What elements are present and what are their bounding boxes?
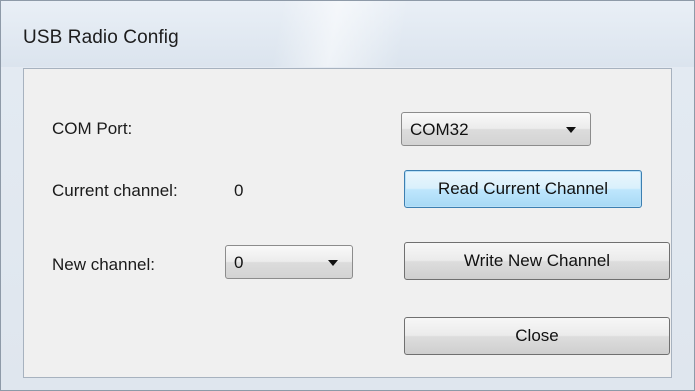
read-current-channel-button[interactable]: Read Current Channel [404, 170, 642, 208]
current-channel-label: Current channel: [52, 181, 178, 200]
window-title: USB Radio Config [23, 27, 179, 48]
dialog-content: COM Port: COM32 Current channel: 0 Read … [23, 68, 672, 378]
current-channel-value: 0 [234, 181, 244, 200]
chevron-down-icon [328, 260, 338, 266]
new-channel-value: 0 [234, 253, 244, 272]
com-port-dropdown[interactable]: COM32 [401, 112, 591, 146]
chevron-down-icon [566, 127, 576, 133]
dialog-window: USB Radio Config COM Port: COM32 Current… [0, 0, 695, 391]
new-channel-dropdown[interactable]: 0 [225, 245, 353, 279]
com-port-value: COM32 [410, 120, 469, 139]
new-channel-label: New channel: [52, 255, 156, 274]
title-bar[interactable]: USB Radio Config [1, 1, 694, 67]
com-port-label: COM Port: [52, 119, 133, 138]
close-button[interactable]: Close [404, 317, 670, 355]
write-new-channel-button[interactable]: Write New Channel [404, 242, 670, 280]
